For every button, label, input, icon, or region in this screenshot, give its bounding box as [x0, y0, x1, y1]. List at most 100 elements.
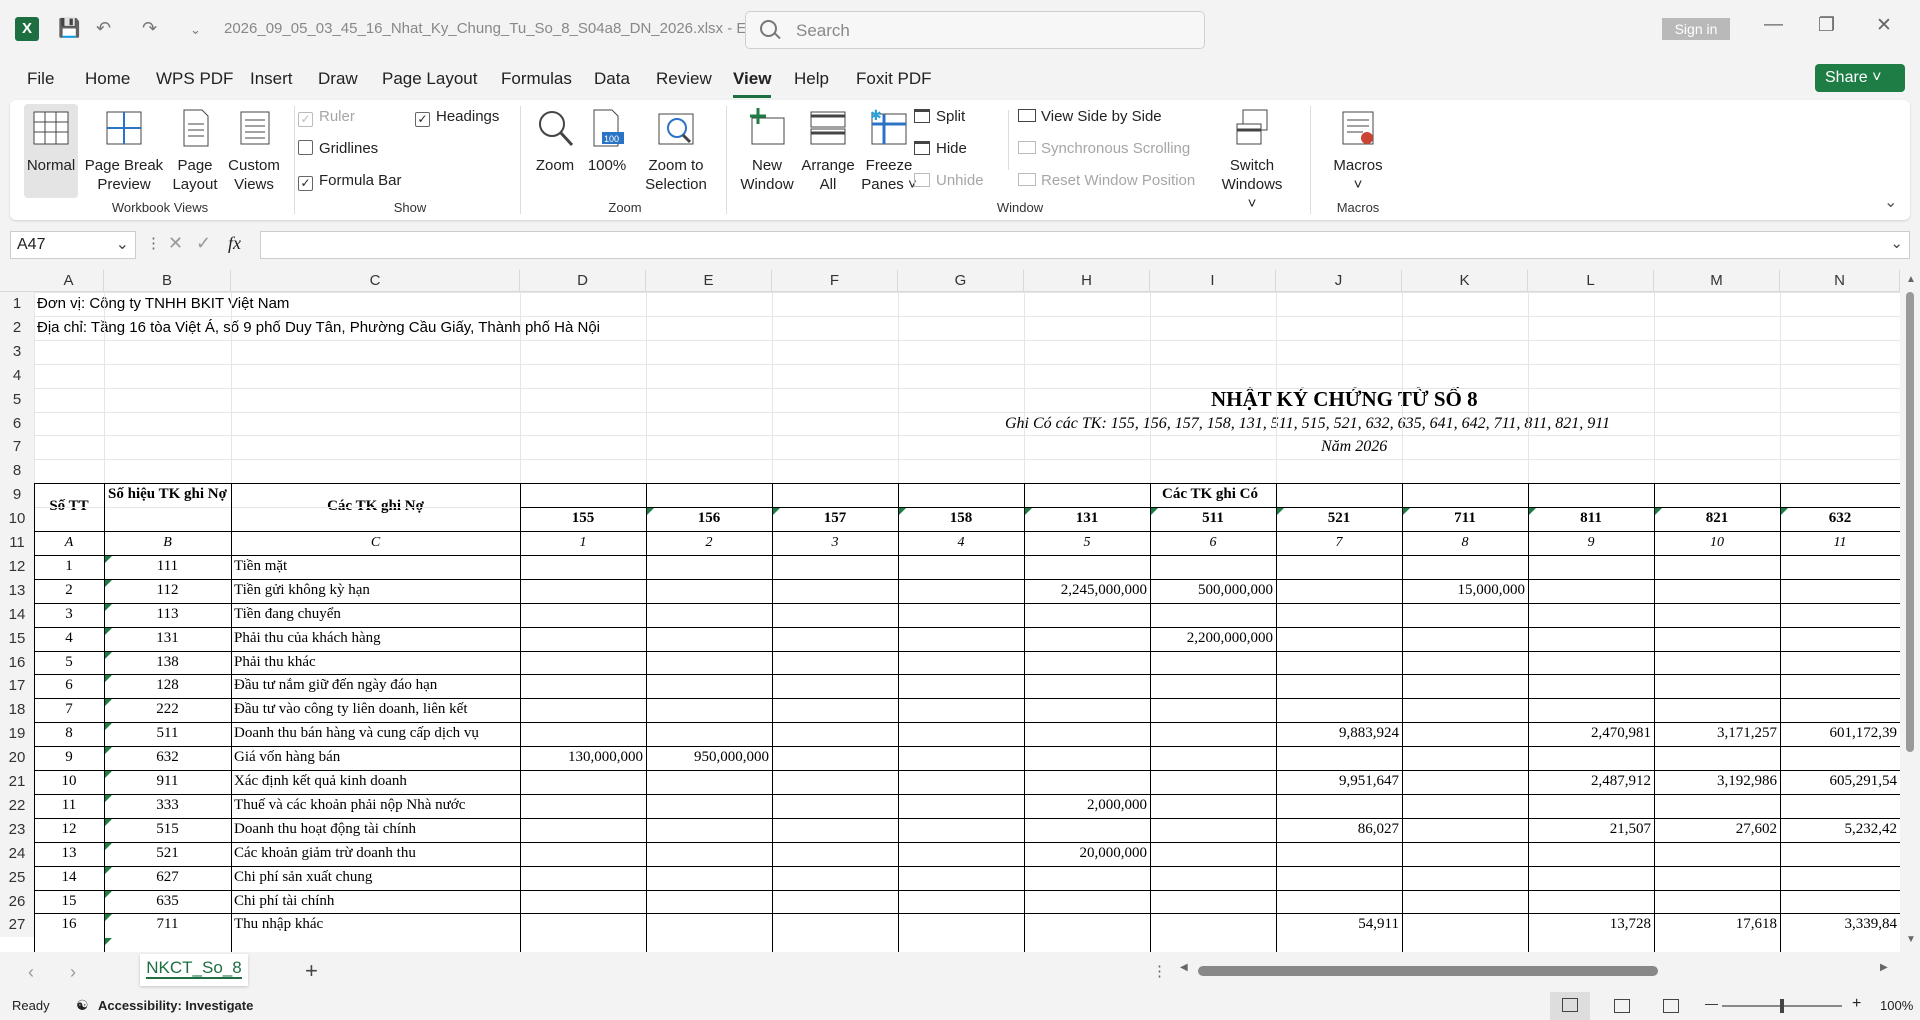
share-label: Share [1825, 69, 1868, 86]
scroll-down-icon[interactable]: ▼ [1906, 934, 1916, 945]
page-layout-view-button[interactable]: Page Layout [168, 108, 222, 194]
sync-label: Synchronous Scrolling [1041, 140, 1191, 157]
page-layout-status-icon[interactable] [1614, 999, 1630, 1013]
accessibility-status[interactable]: Accessibility: Investigate [98, 998, 253, 1013]
document-title: 2026_09_05_03_45_16_Nhat_Ky_Chung_Tu_So_… [224, 20, 759, 37]
normal-label: Normal [26, 157, 76, 174]
hide-label: Hide [936, 140, 967, 157]
expand-formula-icon[interactable]: ⌄ [1890, 234, 1903, 252]
next-sheet-icon[interactable]: › [70, 962, 76, 983]
zoom-button[interactable]: Zoom [532, 108, 578, 175]
horizontal-scroll-thumb[interactable] [1198, 966, 1658, 976]
tab-formulas[interactable]: Formulas [501, 69, 572, 89]
view-side-by-side-button[interactable]: View Side by Side [1018, 108, 1162, 125]
zoom-to-selection-button[interactable]: Zoom to Selection [636, 108, 716, 194]
custom-views-button[interactable]: Custom Views [224, 108, 284, 194]
switch-windows-icon [1236, 109, 1268, 145]
tab-data[interactable]: Data [594, 69, 630, 89]
undo-icon[interactable]: ↶ [96, 18, 111, 39]
tab-view[interactable]: View [733, 69, 772, 98]
zoom-100-button[interactable]: 100 100% [584, 108, 630, 175]
checkbox-icon [298, 140, 313, 155]
sheet-tab-label: NKCT_So_8 [146, 958, 242, 979]
vertical-scrollbar[interactable]: ▲ ▼ [1900, 270, 1920, 952]
more-options-icon[interactable]: ⋮ [1152, 962, 1167, 980]
save-icon[interactable]: 💾 [58, 18, 80, 39]
switch-windows-button[interactable]: Switch Windows ˅ [1216, 108, 1288, 213]
status-bar: Ready ☯ Accessibility: Investigate — + 1… [0, 992, 1920, 1020]
share-button[interactable]: Share ˅ [1815, 64, 1905, 92]
ribbon-separator [1310, 106, 1311, 214]
restore-icon[interactable]: ❐ [1818, 14, 1835, 37]
search-input[interactable]: Search [745, 11, 1205, 49]
tab-wps-pdf[interactable]: WPS PDF [156, 69, 233, 89]
prev-sheet-icon[interactable]: ‹ [28, 962, 34, 983]
collapse-ribbon-icon[interactable]: ⌄ [1884, 192, 1897, 212]
ruler-checkbox[interactable]: ✓ Ruler [298, 108, 355, 127]
tab-file[interactable]: File [27, 69, 54, 89]
zoom-level[interactable]: 100% [1880, 998, 1913, 1013]
page-layout-label-1: Page [177, 157, 213, 174]
minimize-icon[interactable]: — [1764, 14, 1783, 36]
macros-label: Macros [1333, 157, 1383, 174]
tab-insert[interactable]: Insert [250, 69, 293, 89]
tab-draw[interactable]: Draw [318, 69, 358, 89]
macros-button[interactable]: Macros ˅ [1322, 108, 1394, 194]
arrange-label-2: All [819, 176, 837, 193]
scroll-left-icon[interactable]: ◀ [1180, 962, 1188, 973]
freeze-panes-button[interactable]: ✱ Freeze Panes ˅ [858, 108, 920, 194]
hide-button[interactable]: Hide [914, 140, 967, 157]
tab-home[interactable]: Home [85, 69, 130, 89]
normal-view-status-button[interactable] [1550, 992, 1590, 1020]
group-zoom: Zoom [608, 200, 642, 215]
horizontal-scrollbar[interactable]: ◀ ▶ [1180, 962, 1890, 978]
headings-checkbox[interactable]: ✓ Headings [415, 108, 499, 127]
ribbon-separator [726, 106, 727, 214]
zoom-in-icon[interactable]: + [1852, 995, 1861, 1013]
split-button[interactable]: Split [914, 108, 965, 125]
normal-view-button[interactable]: Normal [24, 104, 78, 198]
zoom-selection-icon [658, 113, 694, 145]
tab-foxit-pdf[interactable]: Foxit PDF [856, 69, 932, 89]
gridlines-checkbox[interactable]: Gridlines [298, 140, 378, 157]
formula-bar-checkbox[interactable]: ✓ Formula Bar [298, 172, 402, 191]
arrange-all-button[interactable]: Arrange All [792, 108, 864, 194]
page-break-status-icon[interactable] [1663, 999, 1679, 1013]
synchronous-scrolling-button: Synchronous Scrolling [1018, 140, 1190, 157]
scroll-up-icon[interactable]: ▲ [1906, 274, 1916, 285]
enter-icon[interactable]: ✓ [196, 233, 211, 254]
tab-help[interactable]: Help [794, 69, 829, 89]
page-break-icon [106, 111, 142, 145]
svg-text:100: 100 [604, 134, 619, 144]
redo-icon[interactable]: ↷ [142, 18, 157, 39]
worksheet-grid[interactable]: ABCDEFGHIJKLMN 1 2 3 4 5 6 7 8 9 10 11 12 13 14 15 16 17… [0, 270, 1920, 952]
chevron-down-icon: ⌄ [115, 236, 129, 253]
insert-function-icon[interactable]: fx [228, 233, 241, 254]
split-icon [914, 109, 930, 123]
cancel-icon[interactable]: ✕ [168, 233, 183, 254]
ribbon-separator [1008, 110, 1009, 170]
name-box[interactable]: A47 ⌄ [10, 231, 136, 259]
sign-in-button[interactable]: Sign in [1662, 18, 1730, 40]
name-box-value: A47 [17, 236, 46, 253]
headings-label: Headings [436, 108, 500, 125]
zoom-out-icon[interactable]: — [1705, 996, 1718, 1011]
tab-page-layout[interactable]: Page Layout [382, 69, 477, 89]
ribbon: Normal Page Break Preview Page Layout Cust… [10, 100, 1910, 220]
page-break-preview-button[interactable]: Page Break Preview [84, 108, 164, 194]
menu-bar: File Home WPS PDF Insert Draw Page Layou… [0, 58, 1920, 98]
more-options-icon[interactable]: ⋮ [146, 234, 161, 252]
check-icon: ✓ [415, 112, 430, 127]
close-icon[interactable]: ✕ [1876, 14, 1892, 37]
zoom-slider[interactable] [1722, 999, 1842, 1013]
scroll-right-icon[interactable]: ▶ [1880, 962, 1888, 973]
new-window-icon [750, 108, 785, 145]
tab-review[interactable]: Review [656, 69, 712, 89]
customize-toolbar-icon[interactable]: ⌄ [190, 22, 201, 38]
vertical-scroll-thumb[interactable] [1906, 292, 1914, 752]
formula-input[interactable]: ⌄ [260, 231, 1910, 259]
zoom-slider-thumb[interactable] [1780, 999, 1784, 1013]
sheet-tab-nkct-so-8[interactable]: NKCT_So_8 [140, 954, 248, 986]
search-placeholder: Search [796, 21, 850, 40]
add-sheet-icon[interactable]: + [305, 958, 318, 984]
